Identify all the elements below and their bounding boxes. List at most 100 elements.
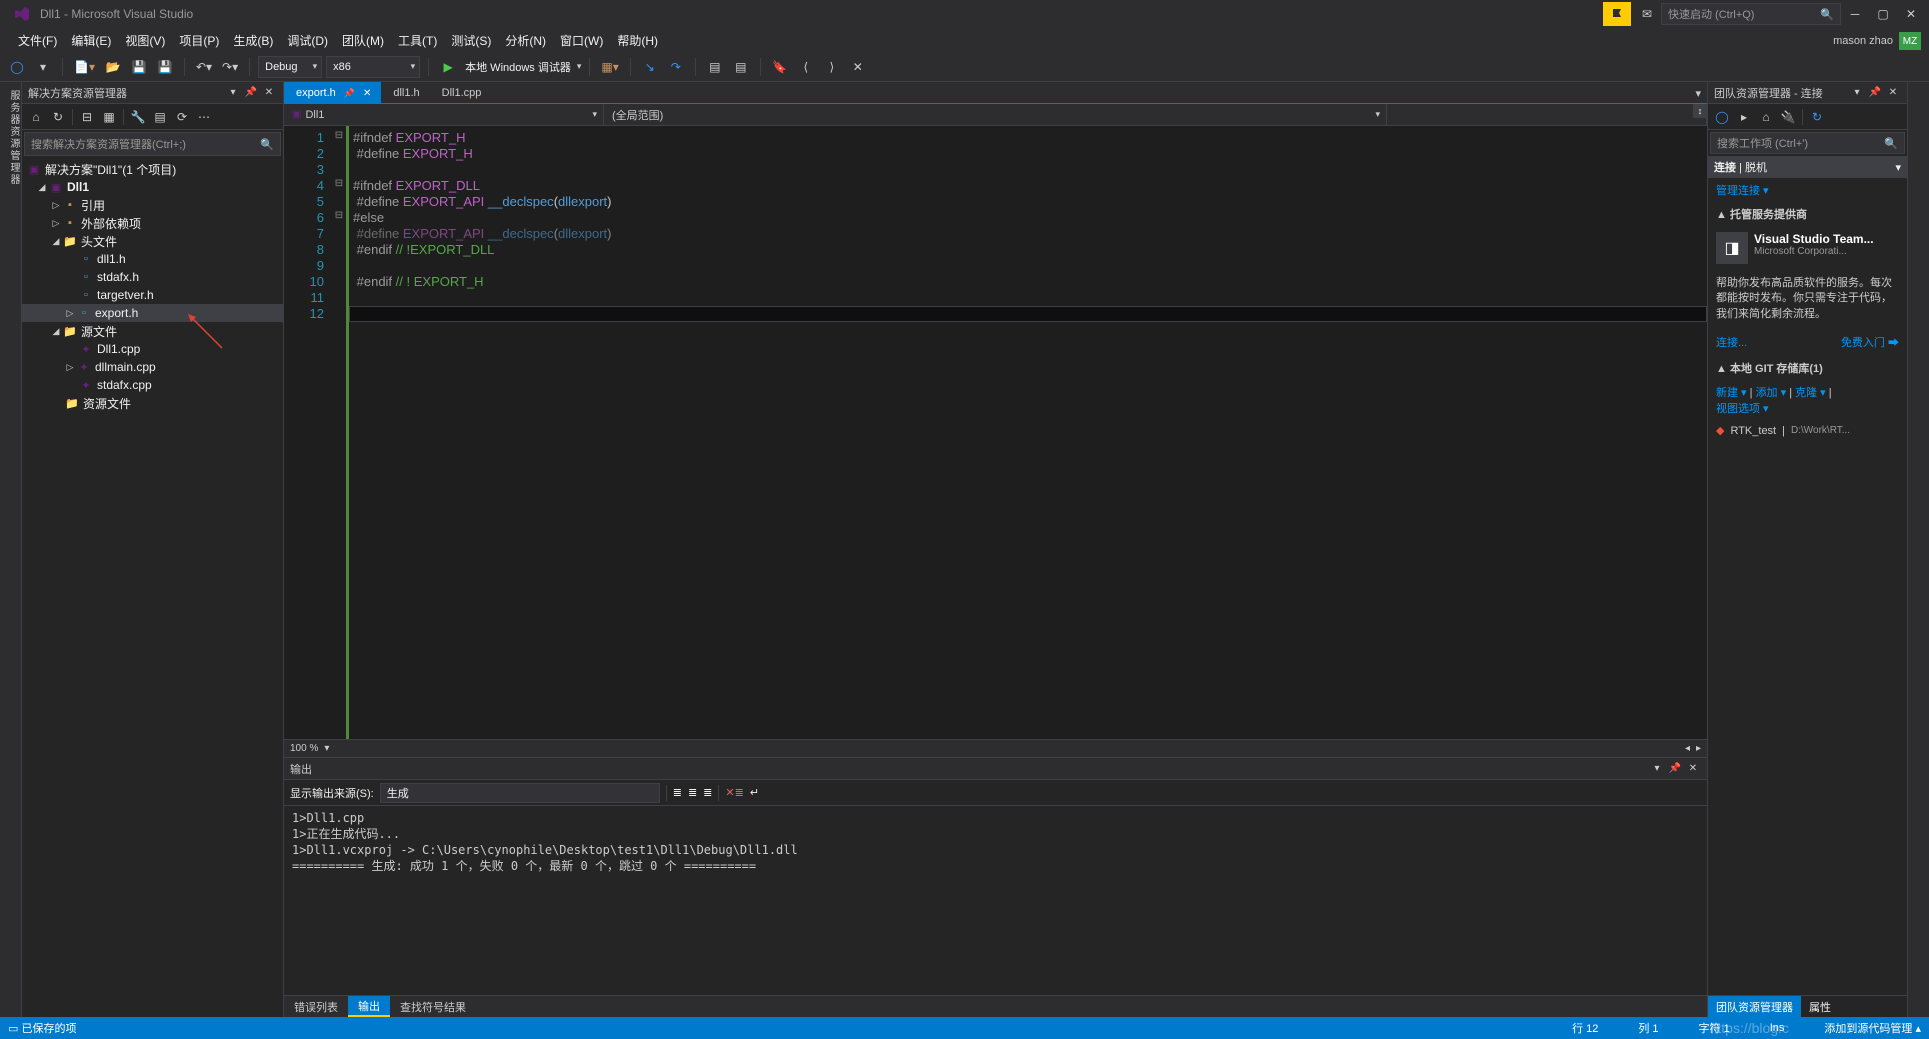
start-debug-button[interactable]: ▶ bbox=[437, 56, 459, 78]
toolbar-btn-1[interactable]: ▦▾ bbox=[598, 56, 621, 78]
toolbar-btn-5[interactable]: ⟨ bbox=[795, 56, 817, 78]
tab-exporth[interactable]: export.h📌✕ bbox=[284, 82, 381, 104]
section-dropdown-icon[interactable]: ▾ bbox=[1895, 161, 1901, 174]
pin-icon[interactable]: 📌 bbox=[1867, 85, 1883, 101]
save-all-button[interactable]: 💾 bbox=[154, 56, 176, 78]
back-icon[interactable]: ◯ bbox=[1712, 107, 1732, 127]
right-rail[interactable] bbox=[1907, 82, 1929, 1017]
new-project-button[interactable]: 📄▾ bbox=[71, 56, 98, 78]
out-wrap-button[interactable]: ↵ bbox=[750, 786, 759, 799]
menu-build[interactable]: 生成(B) bbox=[227, 30, 279, 51]
menu-team[interactable]: 团队(M) bbox=[336, 30, 390, 51]
toolbar-btn-4[interactable]: 🔖 bbox=[769, 56, 791, 78]
nav-fwd-button[interactable]: ▾ bbox=[32, 56, 54, 78]
nav-member-combo[interactable] bbox=[1387, 104, 1707, 125]
tree-file-exporth[interactable]: ▷▫export.h bbox=[22, 304, 283, 322]
maximize-button[interactable]: ▢ bbox=[1869, 2, 1897, 26]
nav-back-button[interactable]: ◯ bbox=[6, 56, 28, 78]
solution-search-input[interactable]: 搜索解决方案资源管理器(Ctrl+;)🔍 bbox=[24, 132, 281, 156]
tree-headers[interactable]: ◢📁头文件 bbox=[22, 232, 283, 250]
collapse-icon[interactable]: ⊟ bbox=[77, 107, 97, 127]
quick-launch-input[interactable]: 快速启动 (Ctrl+Q)🔍 bbox=[1661, 3, 1841, 25]
server-explorer-rail[interactable]: 服务器资源管理器 bbox=[0, 82, 22, 1017]
toolbar-btn-7[interactable]: ✕ bbox=[847, 56, 869, 78]
user-name[interactable]: mason zhao bbox=[1833, 35, 1893, 47]
panel-close-icon[interactable]: ✕ bbox=[261, 85, 277, 101]
menu-window[interactable]: 窗口(W) bbox=[554, 30, 609, 51]
toolbar-btn-3[interactable]: ▤ bbox=[730, 56, 752, 78]
debugger-label[interactable]: 本地 Windows 调试器 bbox=[465, 59, 571, 75]
hscroll-right-icon[interactable]: ▸ bbox=[1696, 743, 1701, 754]
home-icon[interactable]: ⌂ bbox=[1756, 107, 1776, 127]
panel-dropdown-icon[interactable]: ▾ bbox=[1649, 761, 1665, 777]
tree-solution[interactable]: ▣解决方案"Dll1"(1 个项目) bbox=[22, 160, 283, 178]
ftab-props[interactable]: 属性 bbox=[1801, 996, 1839, 1017]
tab-dll1h[interactable]: dll1.h bbox=[381, 82, 429, 104]
minimize-button[interactable]: ─ bbox=[1841, 2, 1869, 26]
tree-file-stdafxcpp[interactable]: ✦stdafx.cpp bbox=[22, 376, 283, 394]
menu-help[interactable]: 帮助(H) bbox=[611, 30, 664, 51]
panel-dropdown-icon[interactable]: ▾ bbox=[225, 85, 241, 101]
tree-refs[interactable]: ▷▪引用 bbox=[22, 196, 283, 214]
tab-findsymbol[interactable]: 查找符号结果 bbox=[390, 996, 476, 1017]
tree-file-dll1cpp[interactable]: ✦Dll1.cpp bbox=[22, 340, 283, 358]
output-content[interactable]: 1>Dll1.cpp 1>正在生成代码... 1>Dll1.vcxproj ->… bbox=[284, 806, 1707, 995]
tree-project[interactable]: ◢▣Dll1 bbox=[22, 178, 283, 196]
step-into-button[interactable]: ↘ bbox=[639, 56, 661, 78]
redo-button[interactable]: ↷▾ bbox=[219, 56, 241, 78]
panel-close-icon[interactable]: ✕ bbox=[1885, 85, 1901, 101]
feedback-icon[interactable]: ✉ bbox=[1633, 7, 1661, 21]
platform-combo[interactable]: x86 bbox=[326, 56, 420, 78]
git-new-link[interactable]: 新建 ▾ bbox=[1716, 387, 1747, 399]
tbtn-more[interactable]: ⋯ bbox=[194, 107, 214, 127]
show-all-icon[interactable]: ▦ bbox=[99, 107, 119, 127]
out-btn-1[interactable]: ≣ bbox=[673, 786, 682, 799]
menu-edit[interactable]: 编辑(E) bbox=[65, 30, 117, 51]
menu-debug[interactable]: 调试(D) bbox=[281, 30, 334, 51]
out-btn-2[interactable]: ≣ bbox=[688, 786, 697, 799]
connect-link[interactable]: 连接... bbox=[1716, 334, 1747, 350]
pin-icon[interactable]: 📌 bbox=[1667, 761, 1683, 777]
refresh-icon[interactable]: ⟳ bbox=[172, 107, 192, 127]
tab-errorlist[interactable]: 错误列表 bbox=[284, 996, 348, 1017]
tree-file-stdafxh[interactable]: ▫stdafx.h bbox=[22, 268, 283, 286]
open-file-button[interactable]: 📂 bbox=[102, 56, 124, 78]
plug-icon[interactable]: 🔌 bbox=[1778, 107, 1798, 127]
toolbar-btn-2[interactable]: ▤ bbox=[704, 56, 726, 78]
split-toggle-icon[interactable]: ↕ bbox=[1693, 104, 1707, 118]
panel-close-icon[interactable]: ✕ bbox=[1685, 761, 1701, 777]
zoom-level[interactable]: 100 % bbox=[290, 743, 318, 754]
git-add-link[interactable]: 添加 ▾ bbox=[1756, 387, 1787, 399]
tree-file-targetverh[interactable]: ▫targetver.h bbox=[22, 286, 283, 304]
output-source-combo[interactable]: 生成 bbox=[380, 783, 660, 803]
properties-icon[interactable]: 🔧 bbox=[128, 107, 148, 127]
hscroll-left-icon[interactable]: ◂ bbox=[1685, 743, 1690, 754]
tab-dll1cpp[interactable]: Dll1.cpp bbox=[430, 82, 492, 104]
home-icon[interactable]: ⌂ bbox=[26, 107, 46, 127]
menu-test[interactable]: 测试(S) bbox=[445, 30, 497, 51]
nav-project-combo[interactable]: ▣Dll1 bbox=[284, 104, 604, 125]
menu-tools[interactable]: 工具(T) bbox=[392, 30, 443, 51]
ftab-team[interactable]: 团队资源管理器 bbox=[1708, 996, 1801, 1017]
tree-file-dll1h[interactable]: ▫dll1.h bbox=[22, 250, 283, 268]
menu-file[interactable]: 文件(F) bbox=[12, 30, 63, 51]
source-control-link[interactable]: 添加到源代码管理 ▴ bbox=[1824, 1020, 1921, 1036]
repo-name[interactable]: RTK_test bbox=[1730, 425, 1776, 437]
toolbar-btn-6[interactable]: ⟩ bbox=[821, 56, 843, 78]
tab-output[interactable]: 输出 bbox=[348, 996, 390, 1017]
panel-dropdown-icon[interactable]: ▾ bbox=[1849, 85, 1865, 101]
tab-close-icon[interactable]: ✕ bbox=[363, 88, 371, 99]
git-clone-link[interactable]: 克隆 ▾ bbox=[1795, 387, 1826, 399]
preview-icon[interactable]: ▤ bbox=[150, 107, 170, 127]
notification-flag-icon[interactable] bbox=[1603, 2, 1631, 26]
save-button[interactable]: 💾 bbox=[128, 56, 150, 78]
tree-file-dllmaincpp[interactable]: ▷✦dllmain.cpp bbox=[22, 358, 283, 376]
team-search-input[interactable]: 搜索工作项 (Ctrl+')🔍 bbox=[1710, 132, 1905, 154]
sync-icon[interactable]: ↻ bbox=[48, 107, 68, 127]
menu-view[interactable]: 视图(V) bbox=[119, 30, 171, 51]
pin-icon[interactable]: 📌 bbox=[243, 85, 259, 101]
tree-sources[interactable]: ◢📁源文件 bbox=[22, 322, 283, 340]
out-clear-button[interactable]: ✕≣ bbox=[725, 786, 743, 799]
nav-scope-combo[interactable]: (全局范围) bbox=[604, 104, 1387, 125]
user-badge[interactable]: MZ bbox=[1899, 32, 1921, 50]
